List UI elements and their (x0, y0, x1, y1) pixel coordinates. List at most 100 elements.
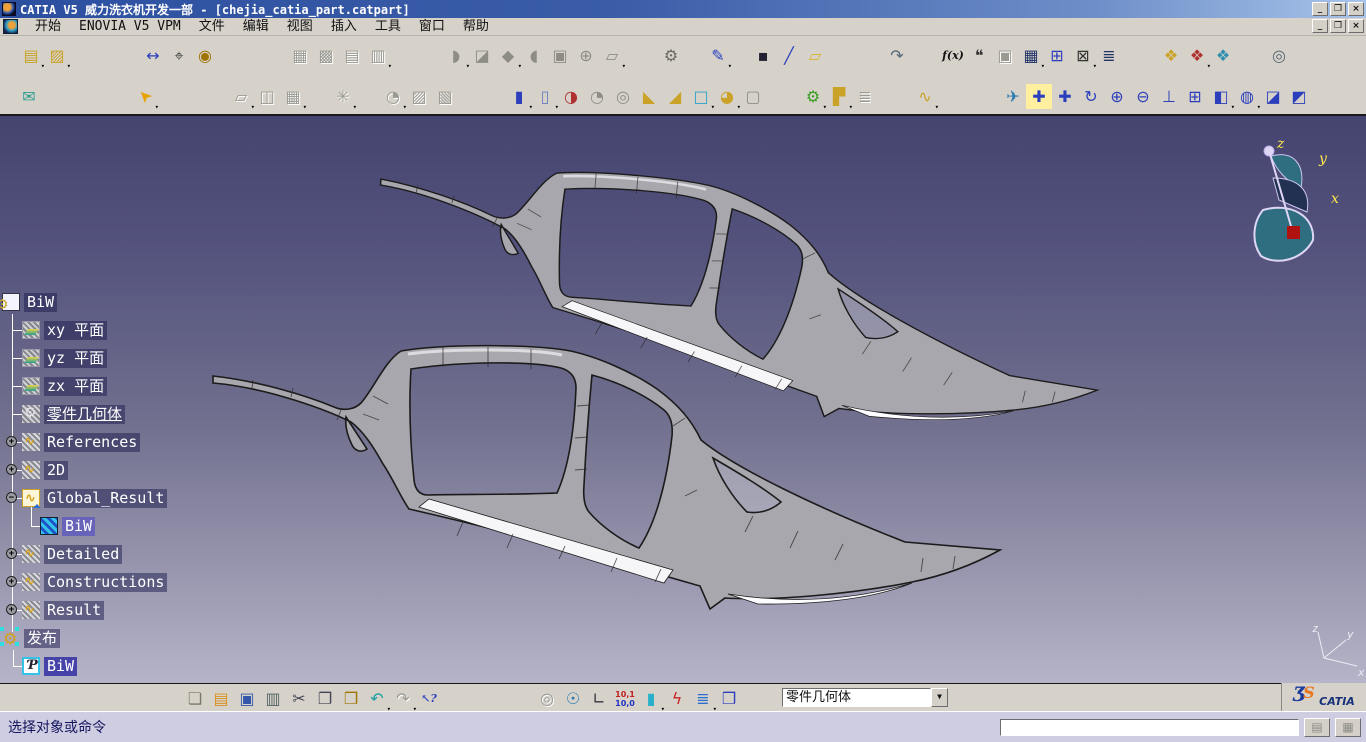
tree-item-BiW-13[interactable]: BiW (22, 656, 77, 676)
pattern-gray-button[interactable]: ▦▾ (280, 84, 306, 109)
powercopy-red-button[interactable]: ❖▾ (1184, 43, 1210, 68)
lock-button[interactable]: ⊠▾ (1070, 43, 1096, 68)
sphere-gray-button[interactable]: ◔▾ (380, 84, 406, 109)
tree-item-零件几何体-4[interactable]: 零件几何体 (22, 404, 125, 424)
tree-item-Global_Result-7[interactable]: Global_Result (22, 488, 167, 508)
tree-item-BiW-8[interactable]: BiW (40, 516, 95, 536)
minimize-button[interactable]: _ (1312, 2, 1328, 16)
catalog-c-button[interactable]: ▤ (339, 43, 365, 68)
print-button[interactable]: ▥ (260, 686, 286, 711)
catalog-a-button[interactable]: ▦ (287, 43, 313, 68)
knowledge-gear-button[interactable]: ⚙ (658, 43, 684, 68)
powercopy-cyan-button[interactable]: ❖ (1210, 43, 1236, 68)
hole-button[interactable]: ◎ (610, 84, 636, 109)
hide-show-button[interactable]: ◪ (1260, 84, 1286, 109)
open-part-library-button[interactable]: ▤▾ (18, 43, 44, 68)
surface-bend-button[interactable]: ◖ (521, 43, 547, 68)
update-lightning-button[interactable]: ϟ (664, 686, 690, 711)
compass-knob[interactable] (1264, 146, 1274, 156)
surface-block-button[interactable]: ▣ (547, 43, 573, 68)
design-table-button[interactable]: ▦▾ (1018, 43, 1044, 68)
generative-surfaces-button[interactable]: ∿▾ (912, 84, 938, 109)
link-gray-button[interactable]: ◎ (534, 686, 560, 711)
tree-expander-Detailed[interactable]: + (6, 548, 17, 559)
catalog-b-button[interactable]: ▩ (313, 43, 339, 68)
rotate-button[interactable]: ↻ (1078, 84, 1104, 109)
menu-help[interactable]: 帮助 (454, 18, 498, 36)
surface-revolve-button[interactable]: ◗▾ (443, 43, 469, 68)
tree-expander-Global_Result[interactable]: − (6, 492, 17, 503)
tree-expander-Constructions[interactable]: + (6, 576, 17, 587)
pocket-button[interactable]: ▯▾ (532, 84, 558, 109)
tree-item-2D-6[interactable]: 2D (22, 460, 68, 480)
scale-gray-button[interactable]: ✳▾ (330, 84, 356, 109)
open-body-button[interactable]: ▮▾ (638, 686, 664, 711)
globe-select-button[interactable]: ☉ (560, 686, 586, 711)
sheetmetal-button[interactable]: ▛▾ (826, 84, 852, 109)
shaft-button[interactable]: ◑ (558, 84, 584, 109)
tree-item-发布-12[interactable]: 发布 (2, 628, 60, 648)
dropdown-arrow-icon[interactable]: ▾ (353, 103, 357, 111)
measure-item-button[interactable]: ⌖ (166, 43, 192, 68)
menu-window[interactable]: 窗口 (410, 18, 454, 36)
dropdown-arrow-icon[interactable]: ▾ (935, 103, 939, 111)
3d-viewport[interactable]: z y x z y x BiWxy 平面yz 平面zx 平面零件几何体+Refe… (0, 116, 1366, 683)
save-file-button[interactable]: ▣ (234, 686, 260, 711)
compass-anchor[interactable] (1287, 226, 1300, 239)
zoom-out-button[interactable]: ⊖ (1130, 84, 1156, 109)
knowledge-comment-button[interactable]: ❝ (966, 43, 992, 68)
dropdown-arrow-icon[interactable]: ▾ (155, 103, 159, 111)
cut-button[interactable]: ✂ (286, 686, 312, 711)
plane-button[interactable]: ▱ (802, 43, 828, 68)
groove-button[interactable]: ◔ (584, 84, 610, 109)
chamfer-button[interactable]: ◣ (636, 84, 662, 109)
redo-button[interactable]: ↷▾ (390, 686, 416, 711)
tree-item-yz 平面-2[interactable]: yz 平面 (22, 348, 107, 368)
power-input-field[interactable] (1000, 719, 1299, 736)
knowledge-list-button[interactable]: ≣▾ (690, 686, 716, 711)
fillet-button[interactable]: ◕▾ (714, 84, 740, 109)
menu-file[interactable]: 文件 (190, 18, 234, 36)
tree-expander-Result[interactable]: + (6, 604, 17, 615)
instantiate-button[interactable]: ◎ (1266, 43, 1292, 68)
axis-system-button[interactable]: ∟ (586, 686, 612, 711)
surface-prism-button[interactable]: ◆▾ (495, 43, 521, 68)
new-file-button[interactable]: ❏ (182, 686, 208, 711)
fit-all-in-button[interactable]: ✚ (1026, 84, 1052, 109)
tree-structure-gray-button[interactable]: ≣ (852, 84, 878, 109)
rough-offset-gray-button[interactable]: ▨ (406, 84, 432, 109)
menu-insert[interactable]: 插入 (322, 18, 366, 36)
pad-button[interactable]: ▮▾ (506, 84, 532, 109)
powercopy-gold-button[interactable]: ❖ (1158, 43, 1184, 68)
tree-expander-2D[interactable]: + (6, 464, 17, 475)
view-compass[interactable]: z y x (1254, 136, 1339, 261)
tree-item-Detailed-9[interactable]: Detailed (22, 544, 122, 564)
catalog-book-button[interactable]: ❒ (716, 686, 742, 711)
copy-button[interactable]: ❐ (312, 686, 338, 711)
close-button[interactable]: × (1348, 19, 1364, 33)
fly-mode-button[interactable]: ✈ (1000, 84, 1026, 109)
restore-button[interactable]: ❐ (1330, 19, 1346, 33)
tree-item-xy 平面-1[interactable]: xy 平面 (22, 320, 107, 340)
surface-box-button[interactable]: ▱▾ (599, 43, 625, 68)
measure-inertia-button[interactable]: ◉ (192, 43, 218, 68)
mirror-gray-button[interactable]: ◫ (254, 84, 280, 109)
whats-this-button[interactable]: ↖? (416, 686, 442, 711)
undo-button[interactable]: ↶▾ (364, 686, 390, 711)
menu-view[interactable]: 视图 (278, 18, 322, 36)
menu-edit[interactable]: 编辑 (234, 18, 278, 36)
tree-expander-References[interactable]: + (6, 436, 17, 447)
measure-between-button[interactable]: ↔ (140, 43, 166, 68)
dropdown-arrow-icon[interactable]: ▾ (388, 62, 392, 70)
combobox-dropdown-button[interactable]: ▼ (931, 688, 948, 707)
thickness-button[interactable]: ▢ (740, 84, 766, 109)
open-part-version-button[interactable]: ▨▾ (44, 43, 70, 68)
menu-tools[interactable]: 工具 (366, 18, 410, 36)
mean-dimensions-button[interactable]: 10,110,0 (612, 686, 638, 711)
dropdown-arrow-icon[interactable]: ▾ (622, 62, 626, 70)
normal-view-button[interactable]: ⊥ (1156, 84, 1182, 109)
surface-target-button[interactable]: ⊕ (573, 43, 599, 68)
paste-button[interactable]: ❒ (338, 686, 364, 711)
close-button[interactable]: × (1348, 2, 1364, 16)
zoom-in-button[interactable]: ⊕ (1104, 84, 1130, 109)
